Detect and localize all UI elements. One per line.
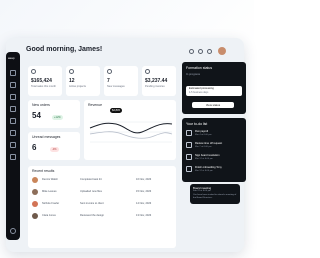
- formation-title: Formation status: [186, 66, 213, 70]
- new-orders-title: New orders: [32, 103, 50, 107]
- avatar: [32, 201, 38, 207]
- todo-item[interactable]: Run payroll Mar 4 at 6:00 pm: [186, 130, 240, 138]
- header-actions: [189, 49, 212, 54]
- bell-icon[interactable]: [198, 49, 203, 54]
- todo-item-date: Mar 12 at 6:00 pm: [195, 169, 213, 172]
- todo-item-date: Mar 4 at 6:00 pm: [195, 133, 212, 136]
- eta-text: 4-5 business days: [189, 91, 209, 94]
- page-title: Good morning, James!: [26, 46, 103, 53]
- stat-card[interactable]: $165,424 Total sales this month: [28, 66, 62, 96]
- decline-badge: -3%: [50, 147, 59, 152]
- unread-value: 6: [32, 143, 37, 152]
- row-date: 16 Nov, 2023: [136, 178, 152, 181]
- folder-icon[interactable]: [10, 118, 16, 124]
- view-status-button[interactable]: View status: [192, 102, 234, 108]
- avatar: [32, 189, 38, 195]
- sidebar: asap: [6, 52, 20, 240]
- avatar: [32, 213, 38, 219]
- document-icon: [186, 154, 192, 160]
- todo-item-date: Mar 12 at 6:00 pm: [195, 157, 213, 160]
- row-date: 14 Nov, 2023: [136, 202, 152, 205]
- todo-item[interactable]: Sign board resolution Mar 12 at 6:00 pm: [186, 154, 240, 162]
- comparison-line: [89, 131, 173, 139]
- todo-card: Your to-do list Run payroll Mar 4 at 6:0…: [182, 118, 246, 182]
- row-name: Dennis Walsh: [42, 178, 58, 181]
- chat-icon[interactable]: [10, 130, 16, 136]
- revenue-chart-card[interactable]: Revenue $2,845: [84, 100, 176, 160]
- row-desc: Uploaded new files: [80, 190, 102, 193]
- help-icon[interactable]: [10, 228, 16, 234]
- stat-value: $165,424: [31, 78, 52, 84]
- formation-status-card: Formation status In progress Estimated p…: [182, 62, 246, 114]
- stat-card[interactable]: 12 Active projects: [66, 66, 100, 96]
- status-box: Estimated processing 4-5 business days: [186, 86, 242, 96]
- new-orders-card[interactable]: New orders 54 +12%: [28, 100, 80, 128]
- folder-icon: [69, 69, 74, 74]
- unread-title: Unread messages: [32, 135, 61, 139]
- chart-svg: [89, 121, 173, 143]
- stat-value: 12: [69, 78, 75, 84]
- calendar-icon: [186, 142, 192, 148]
- stat-label: Active projects: [69, 85, 86, 88]
- series-line: [89, 122, 173, 134]
- settings-icon[interactable]: [10, 154, 16, 160]
- recent-title: Recent results: [32, 169, 55, 173]
- chart-icon[interactable]: [10, 142, 16, 148]
- logo: asap: [8, 56, 15, 60]
- todo-item[interactable]: Review time off request Mar 7 at 6:00 pm: [186, 142, 240, 150]
- status-text: Estimated processing: [189, 87, 214, 90]
- users-icon[interactable]: [10, 106, 16, 112]
- formation-subtitle: In progress: [186, 72, 200, 76]
- avatar: [32, 177, 38, 183]
- new-orders-value: 54: [32, 111, 41, 120]
- todo-item-date: Mar 7 at 6:00 pm: [195, 145, 212, 148]
- grid-icon[interactable]: [10, 82, 16, 88]
- growth-badge: +12%: [52, 115, 63, 120]
- avatar[interactable]: [218, 47, 226, 55]
- row-name: Clara Jones: [42, 214, 56, 217]
- row-desc: Reviewed the design: [80, 214, 105, 217]
- recent-results-card: Recent results Dennis Walsh Completed ta…: [28, 166, 176, 248]
- dollar-icon: [31, 69, 36, 74]
- message-icon: [107, 69, 112, 74]
- table-row[interactable]: Mike Leaves Uploaded new files 15 Nov, 2…: [32, 188, 164, 196]
- todo-title: Your to-do list: [186, 122, 208, 126]
- home-icon[interactable]: [10, 70, 16, 76]
- board-meeting-card[interactable]: Board meeting Feb 22 at 6:00 pm You have…: [190, 184, 240, 204]
- stat-label: New messages: [107, 85, 125, 88]
- row-name: Mike Leaves: [42, 190, 57, 193]
- row-date: 15 Nov, 2023: [136, 190, 152, 193]
- stat-card[interactable]: 7 New messages: [104, 66, 138, 96]
- board-note: You have been invited to attend a meetin…: [193, 194, 237, 199]
- todo-item[interactable]: Finish onboarding Tony Mar 12 at 6:00 pm: [186, 166, 240, 174]
- stat-card[interactable]: $3,237.44 Pending invoices: [142, 66, 176, 96]
- row-desc: Completed task 24: [80, 178, 102, 181]
- row-date: 13 Nov, 2023: [136, 214, 152, 217]
- board-date: Feb 22 at 6:00 pm: [193, 190, 211, 192]
- calendar-icon[interactable]: [10, 94, 16, 100]
- stat-value: $3,237.44: [145, 78, 168, 84]
- table-row[interactable]: Clara Jones Reviewed the design 13 Nov, …: [32, 212, 164, 220]
- table-row[interactable]: Dennis Walsh Completed task 24 16 Nov, 2…: [32, 176, 164, 184]
- user-icon: [186, 166, 192, 172]
- stat-label: Pending invoices: [145, 85, 165, 88]
- row-desc: Sent invoice to client: [80, 202, 104, 205]
- invoice-icon: [145, 69, 150, 74]
- unread-messages-card[interactable]: Unread messages 6 -3%: [28, 132, 80, 160]
- gear-icon[interactable]: [207, 49, 212, 54]
- stat-label: Total sales this month: [31, 85, 56, 88]
- clock-icon: [186, 130, 192, 136]
- row-name: Nichole Fowler: [42, 202, 60, 205]
- search-icon[interactable]: [189, 49, 194, 54]
- stat-value: 7: [107, 78, 110, 84]
- table-row[interactable]: Nichole Fowler Sent invoice to client 14…: [32, 200, 164, 208]
